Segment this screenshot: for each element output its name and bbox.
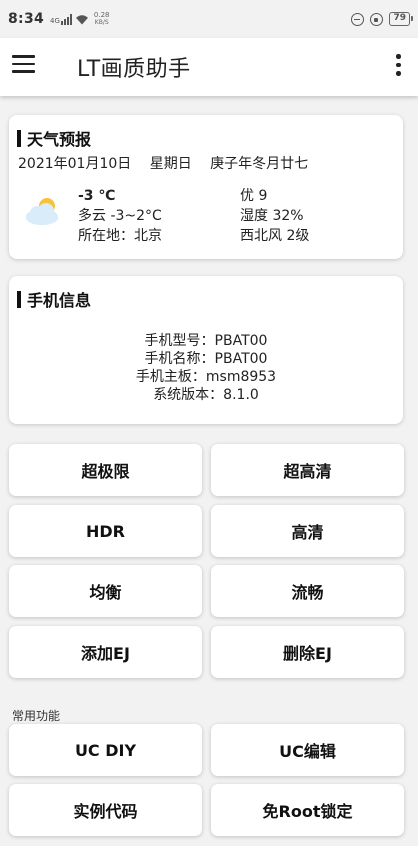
hdr-button[interactable]: HDR <box>9 505 202 557</box>
weather-date-line: 2021年01月10日 星期日 庚子年冬月廿七 <box>18 153 322 173</box>
vpn-lock-icon <box>370 12 384 26</box>
ultra-hd-button[interactable]: 超高清 <box>211 444 404 496</box>
weather-date: 2021年01月10日 <box>18 156 132 172</box>
uc-diy-button[interactable]: UC DIY <box>9 724 202 776</box>
network-speed: 0.28 KB/S <box>94 11 110 27</box>
weather-temperature: -3 ℃ <box>78 188 116 204</box>
phone-info-card: 手机信息 手机型号：PBAT00 手机名称：PBAT00 手机主板：msm895… <box>9 276 403 424</box>
weather-wind: 西北风 2级 <box>240 228 310 244</box>
weather-weekday: 星期日 <box>149 156 192 172</box>
weather-left-column: -3 ℃ 多云 -3~2°C 所在地：北京 <box>78 186 162 246</box>
balanced-button[interactable]: 均衡 <box>9 565 202 617</box>
weather-air-quality: 优 9 <box>240 188 268 204</box>
battery-icon: 79 <box>389 12 413 26</box>
weather-right-column: 优 9 湿度 32% 西北风 2级 <box>240 186 309 246</box>
add-ej-button[interactable]: 添加EJ <box>9 626 202 678</box>
delete-ej-button[interactable]: 删除EJ <box>211 626 404 678</box>
network-speed-unit: KB/S <box>94 19 109 26</box>
app-title: LT画质助手 <box>77 57 191 82</box>
signal-icon: 4G <box>50 13 72 25</box>
wifi-icon <box>75 14 88 24</box>
weather-location: 所在地：北京 <box>78 228 162 244</box>
uc-edit-button[interactable]: UC编辑 <box>211 724 404 776</box>
battery-level: 79 <box>393 13 406 23</box>
phone-info-header: 手机信息 <box>17 287 91 311</box>
status-right-icons: 79 <box>351 12 413 26</box>
status-bar: 8:34 4G 0.28 KB/S 79 <box>0 0 418 38</box>
weather-card: 天气预报 2021年01月10日 星期日 庚子年冬月廿七 -3 ℃ 多云 -3~… <box>9 115 403 259</box>
common-functions-label: 常用功能 <box>12 709 61 723</box>
system-version: 系统版本：8.1.0 <box>153 387 259 403</box>
smooth-button[interactable]: 流畅 <box>211 565 404 617</box>
phone-model: 手机型号：PBAT00 <box>144 333 268 349</box>
weather-humidity: 湿度 32% <box>240 208 304 224</box>
weather-condition: 多云 -3~2°C <box>78 208 162 224</box>
phone-info-list: 手机型号：PBAT00 手机名称：PBAT00 手机主板：msm8953 系统版… <box>9 332 403 404</box>
phone-name: 手机名称：PBAT00 <box>144 351 268 367</box>
weather-lunar-date: 庚子年冬月廿七 <box>210 156 309 172</box>
header-bar-mark <box>17 129 21 147</box>
status-left-icons: 4G 0.28 KB/S <box>50 11 109 27</box>
more-vert-icon[interactable] <box>394 53 402 77</box>
hamburger-menu-icon[interactable] <box>12 55 35 73</box>
header-bar-mark <box>17 290 21 308</box>
phone-board: 手机主板：msm8953 <box>135 369 277 385</box>
example-code-button[interactable]: 实例代码 <box>9 784 202 836</box>
app-bar: LT画质助手 <box>0 38 418 96</box>
status-time: 8:34 <box>8 11 45 27</box>
hd-button[interactable]: 高清 <box>211 505 404 557</box>
network-speed-value: 0.28 <box>93 11 110 19</box>
ultra-extreme-button[interactable]: 超极限 <box>9 444 202 496</box>
data-saver-icon <box>351 12 365 26</box>
weather-title: 天气预报 <box>27 130 92 149</box>
weather-card-header: 天气预报 <box>17 126 91 150</box>
network-type-label: 4G <box>50 16 60 25</box>
cloudy-sun-icon <box>26 198 58 225</box>
phone-info-title: 手机信息 <box>27 291 92 310</box>
rootless-lock-button[interactable]: 免Root锁定 <box>211 784 404 836</box>
